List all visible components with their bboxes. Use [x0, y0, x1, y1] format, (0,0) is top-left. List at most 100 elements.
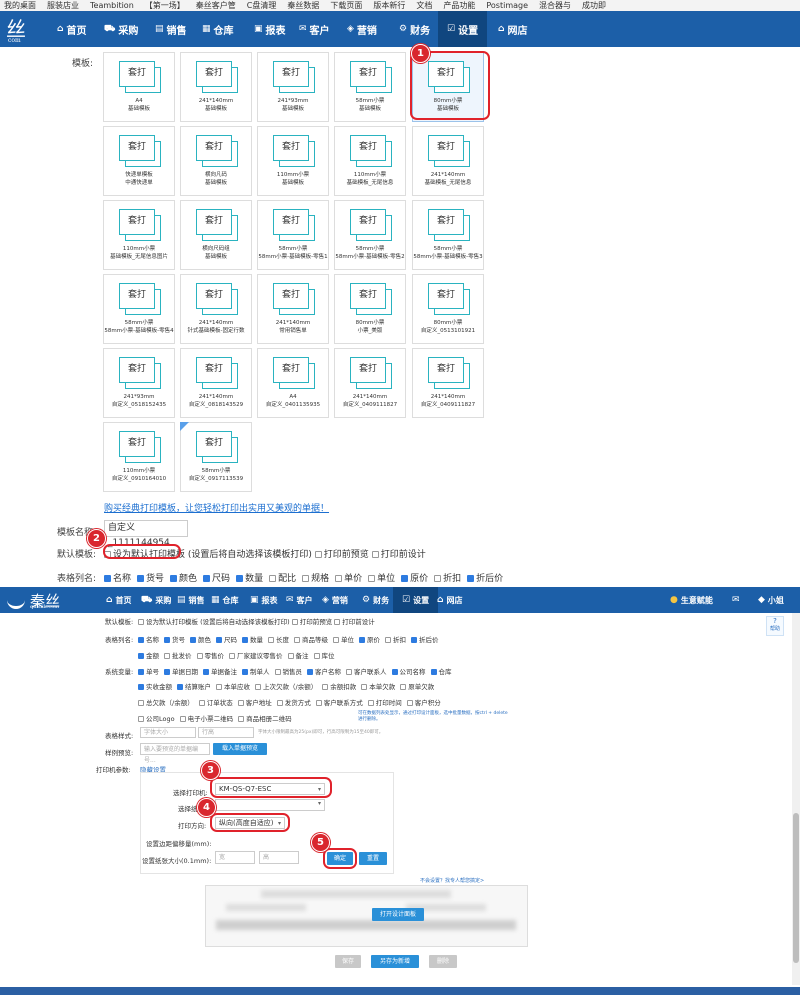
checkbox[interactable]	[315, 700, 322, 706]
delete-button[interactable]: 删除	[429, 955, 457, 968]
checkbox-option[interactable]: 单位	[333, 636, 354, 644]
checkbox-option[interactable]: 单据备注	[203, 668, 237, 676]
checkbox-option[interactable]: 货号	[164, 636, 185, 644]
checkbox-option[interactable]: 配比	[269, 574, 296, 584]
checkbox[interactable]	[430, 669, 437, 675]
bookmark-item[interactable]: 混合器与	[539, 1, 571, 10]
checkbox[interactable]	[164, 653, 170, 659]
checkbox-option[interactable]: 打印时间	[367, 699, 402, 707]
row-height-input[interactable]: 行高	[198, 727, 254, 738]
nav-item-0[interactable]: ⌂ 首页	[57, 11, 86, 47]
template-tile[interactable]: 套打 241*140mm 自定义_0818143529	[180, 348, 252, 418]
checkbox[interactable]	[467, 575, 475, 582]
vertical-scrollbar[interactable]	[792, 613, 800, 985]
checkbox-option[interactable]: 电子小票二维码	[179, 715, 233, 723]
checkbox-option[interactable]: 单据日期	[164, 668, 198, 676]
checkbox[interactable]	[229, 653, 235, 659]
checkbox-option[interactable]: 制单人	[242, 668, 270, 676]
checkbox[interactable]	[367, 700, 374, 706]
checkbox[interactable]	[294, 637, 300, 643]
bookmark-item[interactable]: 秦丝客户管	[196, 1, 236, 10]
checkbox[interactable]	[401, 575, 409, 582]
bookmark-item[interactable]: C盘清理	[247, 1, 277, 10]
checkbox-option[interactable]: 折后价	[467, 574, 503, 584]
checkbox-option[interactable]: 原单欠款	[400, 683, 434, 691]
template-tile[interactable]: 套打 110mm小票 基础模板_无尾信息图片	[103, 200, 175, 270]
bookmark-item[interactable]: 文档	[416, 1, 432, 10]
checkbox[interactable]	[138, 637, 144, 643]
checkbox-option[interactable]: 规格	[302, 574, 329, 584]
checkbox-option[interactable]: 尺码	[203, 574, 230, 584]
checkbox-option[interactable]: 发货方式	[276, 699, 311, 707]
checkbox-option[interactable]: 尺码	[216, 636, 237, 644]
template-tile[interactable]: 套打 241*140mm 自定义_0409111827	[334, 348, 406, 418]
help-setup-link[interactable]: 不会设置？找专人帮您搞定>	[420, 877, 484, 884]
checkbox-option[interactable]: 库位	[313, 652, 335, 660]
checkbox-option[interactable]: 数量	[236, 574, 263, 584]
nav-item-2[interactable]: ▤ 销售	[155, 11, 187, 47]
checkbox[interactable]	[203, 669, 209, 675]
checkbox[interactable]	[179, 716, 186, 722]
template-tile[interactable]: 套打 110mm小票 自定义_0910164010	[103, 422, 175, 492]
checkbox[interactable]	[242, 669, 248, 675]
print-preview-checkbox[interactable]	[314, 551, 322, 558]
template-tile[interactable]: 套打 241*140mm 针式基础模板-固定行数	[180, 274, 252, 344]
print-design-checkbox[interactable]	[371, 551, 379, 558]
checkbox[interactable]	[137, 575, 145, 582]
checkbox[interactable]	[236, 575, 244, 582]
checkbox-option[interactable]: 商品相册二维码	[238, 715, 292, 723]
template-tile[interactable]: 套打 110mm小票 基础模板	[257, 126, 329, 196]
template-tile[interactable]: 套打 58mm小票 58mm小票-基础模板-零售4	[103, 274, 175, 344]
buy-templates-link[interactable]: 购买经典打印模板，让您轻松打印出实用又美观的单据！	[104, 501, 329, 514]
checkbox[interactable]	[400, 684, 407, 690]
checkbox[interactable]	[138, 684, 144, 690]
help-float-button[interactable]: ? 帮助	[766, 616, 784, 636]
checkbox[interactable]	[359, 637, 365, 643]
checkbox[interactable]	[269, 575, 277, 582]
template-tile[interactable]: 套打 58mm小票 自定义_0917113539	[180, 422, 252, 492]
checkbox[interactable]	[302, 575, 310, 582]
open-design-panel-button[interactable]: 打开设计面板	[372, 908, 424, 921]
template-tile[interactable]: 套打 横向凡码 基础模板	[180, 126, 252, 196]
checkbox[interactable]	[177, 684, 183, 690]
checkbox[interactable]	[255, 684, 261, 690]
save-button[interactable]: 保存	[335, 955, 361, 968]
bookmark-item[interactable]: 秦丝数据	[287, 1, 319, 10]
checkbox-option[interactable]: 订单状态	[198, 699, 233, 707]
checkbox[interactable]	[164, 637, 170, 643]
template-tile[interactable]: 套打 241*140mm 基础模板	[180, 52, 252, 122]
template-tile[interactable]: 套打 横向尺码组 基础模板	[180, 200, 252, 270]
checkbox[interactable]	[203, 575, 211, 582]
paper-width-input[interactable]: 宽	[215, 851, 255, 864]
checkbox[interactable]	[406, 700, 413, 706]
checkbox[interactable]	[138, 700, 144, 706]
checkbox[interactable]	[268, 637, 274, 643]
checkbox-option[interactable]: 折扣	[434, 574, 461, 584]
checkbox-option[interactable]: 商品等级	[294, 636, 328, 644]
checkbox[interactable]	[196, 653, 203, 659]
checkbox-option[interactable]: 名称	[104, 574, 131, 584]
save-as-new-button[interactable]: 另存为新增	[371, 955, 419, 968]
checkbox-option[interactable]: 公司名称	[391, 668, 426, 676]
checkbox[interactable]	[238, 716, 245, 722]
checkbox-option[interactable]: 单价	[335, 574, 362, 584]
nav-item-8[interactable]: ☑ 设置	[393, 587, 439, 613]
bookmark-item[interactable]: 我的桌面	[4, 1, 36, 10]
checkbox[interactable]	[170, 575, 178, 582]
nav-item-4[interactable]: ▣ 报表	[250, 587, 278, 613]
template-tile[interactable]: 套打 A4 自定义_0401135935	[257, 348, 329, 418]
checkbox[interactable]	[434, 575, 442, 582]
checkbox-option[interactable]: 颜色	[170, 574, 197, 584]
checkbox-option[interactable]: 数量	[242, 636, 263, 644]
nav-item-6[interactable]: ◈ 营销	[347, 11, 377, 47]
business-empower-button[interactable]: ● 生意赋能	[670, 587, 713, 613]
checkbox-option[interactable]: 本单应收	[216, 683, 250, 691]
checkbox-option[interactable]: 备注	[287, 652, 309, 660]
checkbox-option[interactable]: 货号	[137, 574, 164, 584]
checkbox-option[interactable]: 零售价	[196, 652, 224, 660]
checkbox[interactable]	[313, 653, 320, 659]
checkbox-option[interactable]: 单位	[368, 574, 395, 584]
template-tile[interactable]: 套打 快递单模板 中通快递单	[103, 126, 175, 196]
checkbox[interactable]	[138, 669, 144, 675]
bookmark-item[interactable]: Teambition	[90, 1, 134, 10]
